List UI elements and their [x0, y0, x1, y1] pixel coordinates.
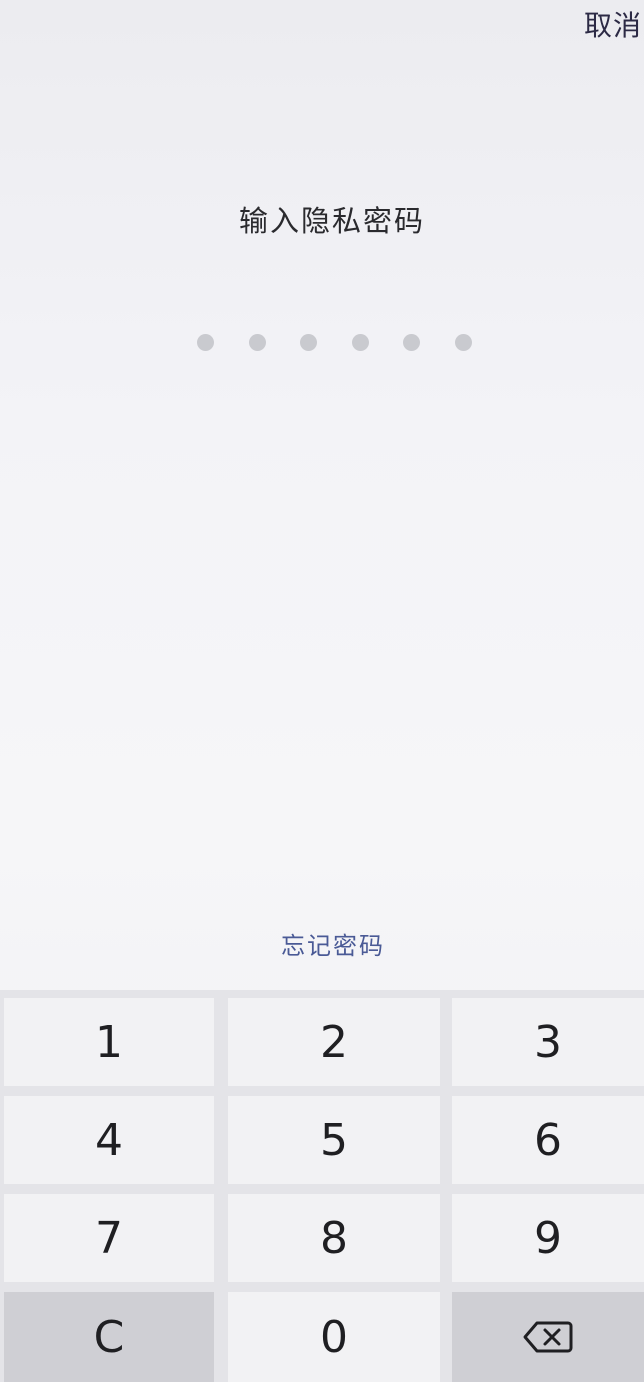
pin-dot: [351, 334, 369, 351]
cancel-button[interactable]: 取消: [584, 4, 642, 44]
pin-dot: [403, 334, 421, 351]
pin-indicator: [197, 334, 472, 352]
pin-dot: [248, 334, 266, 351]
key-9[interactable]: 9: [452, 1194, 644, 1282]
key-1[interactable]: 1: [4, 998, 214, 1086]
key-8[interactable]: 8: [228, 1194, 440, 1282]
key-6[interactable]: 6: [452, 1096, 644, 1184]
backspace-icon: [523, 1320, 573, 1354]
pin-dot: [197, 334, 214, 351]
key-5[interactable]: 5: [228, 1096, 440, 1184]
pin-dot: [454, 334, 472, 351]
page-title: 输入隐私密码: [238, 204, 425, 238]
key-7[interactable]: 7: [4, 1194, 214, 1282]
key-4[interactable]: 4: [4, 1096, 214, 1184]
numeric-keypad: 1 2 3 4 5 6 7 8 9 C 0: [0, 990, 644, 1382]
key-2[interactable]: 2: [228, 998, 440, 1086]
pin-dot: [300, 334, 318, 351]
backspace-key[interactable]: [452, 1292, 644, 1382]
privacy-password-screen: 取消 输入隐私密码 忘记密码 1 2 3 4 5 6 7 8 9 C 0: [0, 0, 644, 1382]
key-3[interactable]: 3: [452, 998, 644, 1086]
clear-key[interactable]: C: [4, 1292, 214, 1382]
key-0[interactable]: 0: [228, 1292, 440, 1382]
forgot-password-link[interactable]: 忘记密码: [0, 926, 644, 961]
